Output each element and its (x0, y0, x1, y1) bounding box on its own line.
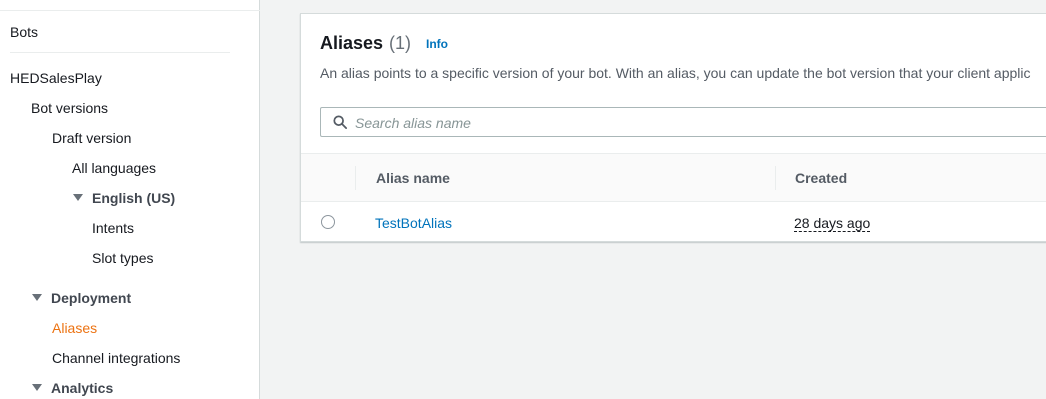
sidebar-navigation: Bots HEDSalesPlay Bot versions Draft ver… (0, 0, 260, 399)
panel-description: An alias points to a specific version of… (320, 65, 1031, 81)
column-separator (775, 166, 776, 190)
sidebar-item-english-us[interactable]: English (US) (92, 189, 175, 207)
sidebar-divider (10, 52, 230, 53)
sidebar-item-bots[interactable]: Bots (10, 23, 38, 41)
info-link[interactable]: Info (426, 37, 448, 51)
sidebar-item-channel-integrations[interactable]: Channel integrations (52, 349, 180, 367)
sidebar-item-bot-versions[interactable]: Bot versions (31, 99, 108, 117)
caret-down-icon[interactable] (32, 294, 42, 301)
sidebar-top-divider (0, 10, 260, 11)
table-header: Alias name Created (301, 153, 1046, 202)
created-timestamp: 28 days ago (794, 215, 871, 232)
sidebar-item-deployment[interactable]: Deployment (51, 289, 131, 307)
column-header-created[interactable]: Created (795, 170, 847, 186)
panel-title: Aliases (320, 33, 384, 53)
column-header-alias-name[interactable]: Alias name (376, 170, 450, 186)
caret-down-icon[interactable] (32, 384, 42, 391)
sidebar-item-all-languages[interactable]: All languages (72, 159, 156, 177)
sidebar-item-draft-version[interactable]: Draft version (52, 129, 131, 147)
column-separator (355, 166, 356, 190)
row-select-radio[interactable] (321, 215, 335, 229)
search-box[interactable] (320, 107, 1046, 137)
sidebar-item-slot-types[interactable]: Slot types (92, 249, 153, 267)
sidebar-item-analytics[interactable]: Analytics (51, 379, 113, 397)
alias-name-link[interactable]: TestBotAlias (375, 215, 452, 231)
sidebar-item-aliases[interactable]: Aliases (52, 319, 97, 337)
sidebar-item-intents[interactable]: Intents (92, 219, 134, 237)
search-icon (333, 115, 347, 129)
alias-count: (1) (389, 33, 411, 53)
search-input[interactable] (355, 113, 1035, 133)
caret-down-icon[interactable] (73, 194, 83, 201)
table-row: TestBotAlias 28 days ago (301, 202, 1046, 242)
sidebar-item-bot-name[interactable]: HEDSalesPlay (10, 69, 102, 87)
aliases-panel: Aliases (1) Info An alias points to a sp… (300, 13, 1046, 242)
